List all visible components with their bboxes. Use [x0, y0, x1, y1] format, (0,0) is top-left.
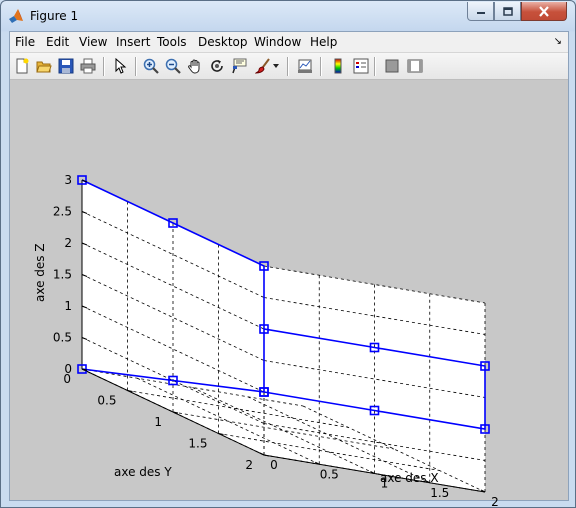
x-tick-label: 0.5: [320, 467, 339, 481]
y-tick-label: 1.5: [188, 437, 207, 451]
figure-client-area: File Edit View Insert Tools Desktop Wind…: [9, 31, 569, 507]
figure-canvas[interactable]: 0 0.5 1 1.5 2 2.5 3 0 0.5 1 1.5 2 0 0.5 1 1.5 2 axe des …: [10, 80, 568, 507]
y-axis-label: axe des Y: [114, 465, 172, 479]
y-tick-label: 0.5: [97, 394, 116, 408]
x-tick-label: 1.5: [430, 486, 449, 500]
z-tick-label: 2: [64, 236, 72, 250]
figure-window: Figure 1 File Edit View Insert Tools Des…: [0, 0, 576, 508]
y-tick-label: 1: [154, 415, 162, 429]
plot-3d[interactable]: 00.511.522.5300.511.52 00.511.52 axe des …: [2, 2, 576, 508]
z-tick-label: 0.5: [53, 331, 72, 345]
z-axis-label: axe des Z: [33, 243, 47, 302]
z-tick-label: 1.5: [53, 268, 72, 282]
x-tick-label: 0: [270, 458, 278, 472]
z-tick-label: 1: [64, 299, 72, 313]
y-tick-label: 2: [245, 458, 253, 472]
y-tick-label: 0: [63, 372, 71, 386]
x-tick-label: 2: [491, 495, 499, 508]
z-tick-label: 2.5: [53, 205, 72, 219]
axes-panes: [82, 180, 485, 492]
x-axis-label: axe des X: [380, 471, 439, 485]
z-tick-label: 3: [64, 173, 72, 187]
